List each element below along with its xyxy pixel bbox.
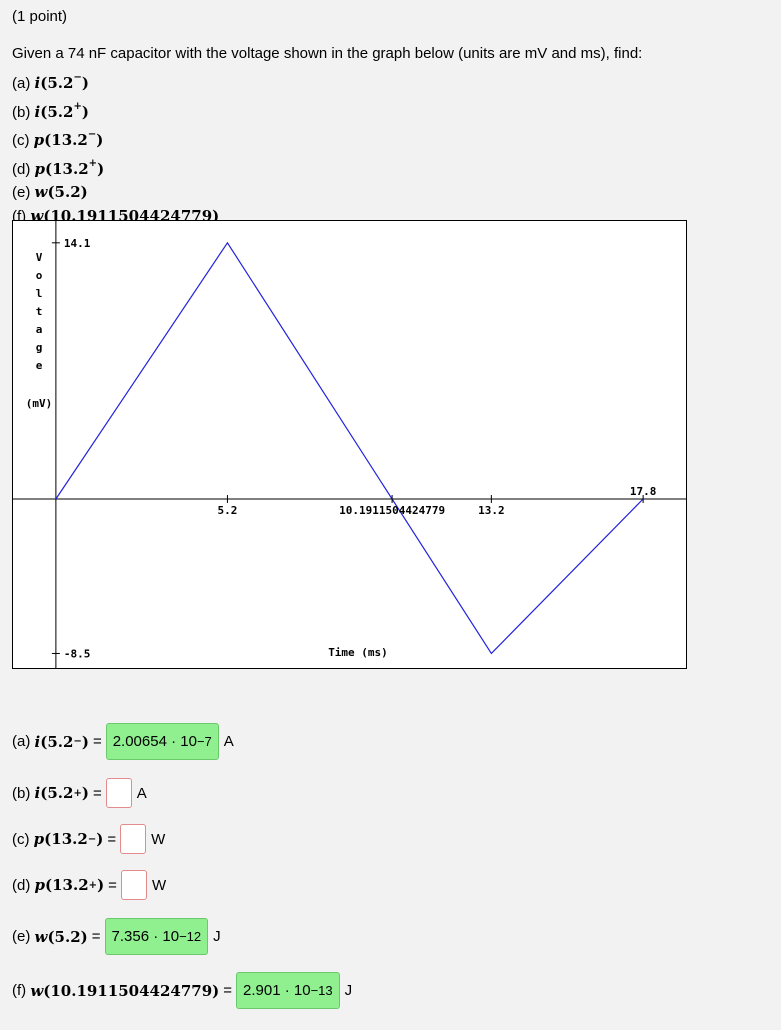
x-tick-label: 5.2 <box>217 504 237 517</box>
y-label-unit: (mV) <box>26 397 53 410</box>
part-e: (e) w(5.2) <box>12 183 88 201</box>
answer-field-e[interactable]: 7.356 · 10 −12 <box>104 918 209 955</box>
y-tick-label: 14.1 <box>64 237 91 250</box>
voltage-graph: 5.2 10.1911504424779 13.2 17.8 14.1 -8.5 Vol… <box>12 220 687 669</box>
answer-row-f: (f) w(10.1911504424779) = 2.901 · 10 −13 … <box>12 972 352 1009</box>
voltage-chart-svg: 5.2 10.1911504424779 13.2 17.8 14.1 -8.5 Vol… <box>13 221 686 668</box>
x-tick-label: 17.8 <box>630 485 657 498</box>
part-b: (b) i(5.2+) <box>12 100 89 121</box>
answer-field-d[interactable] <box>120 870 147 900</box>
y-tick-group: 14.1 -8.5 <box>51 237 91 660</box>
answer-row-b: (b) i(5.2 +) = A <box>12 778 147 808</box>
unit-d: W <box>151 876 167 894</box>
y-axis-label: Voltage (mV) <box>26 251 53 410</box>
answer-row-c: (c) p(13.2−) = W <box>12 824 165 854</box>
y-label-char: e <box>36 359 43 372</box>
answer-row-d: (d) p(13.2 +) = W <box>12 870 166 900</box>
problem-parts-list: (a) i(5.2−) (b) i(5.2+) (c) p(13.2−) (d)… <box>12 67 219 228</box>
part-a: (a) i(5.2−) <box>12 72 89 92</box>
answer-row-e: (e) w(5.2) = 7.356 · 10 −12 J <box>12 918 221 955</box>
answer-field-f[interactable]: 2.901 · 10 −13 <box>236 972 340 1009</box>
answer-field-a[interactable]: 2.00654 · 10 −7 <box>105 723 219 760</box>
unit-c: W <box>151 830 166 848</box>
unit-f: J <box>344 982 353 999</box>
y-label-char: a <box>36 323 43 336</box>
x-tick-label: 13.2 <box>478 504 505 517</box>
y-label-char: l <box>36 287 43 300</box>
answer-row-a: (a) i(5.2−) = 2.00654 · 10 −7 A <box>12 723 234 760</box>
voltage-series-line <box>55 241 644 655</box>
y-tick-label: -8.5 <box>64 647 90 660</box>
unit-a: A <box>223 733 234 750</box>
y-label-char: g <box>36 341 43 354</box>
x-tick-group: 5.2 10.1911504424779 13.2 17.8 <box>217 485 656 517</box>
y-label-char: V <box>36 251 43 264</box>
y-label-char: t <box>36 305 43 318</box>
answer-field-b[interactable] <box>105 778 132 808</box>
unit-b: A <box>136 784 147 802</box>
problem-intro: Given a 74 nF capacitor with the voltage… <box>12 45 643 62</box>
y-label-char: o <box>36 269 43 282</box>
part-c: (c) p(13.2−) <box>12 129 104 149</box>
unit-e: J <box>213 928 221 945</box>
answer-field-c[interactable] <box>120 824 147 854</box>
part-d: (d) p(13.2+) <box>12 157 105 178</box>
x-axis-label: Time (ms) <box>328 646 388 659</box>
points-label: (1 point) <box>12 8 68 25</box>
x-tick-label: 10.1911504424779 <box>339 504 445 517</box>
